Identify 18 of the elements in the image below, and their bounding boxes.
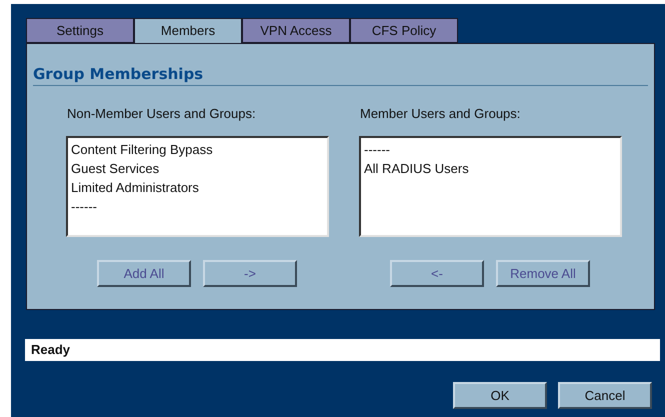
tab[interactable]: Members xyxy=(134,18,242,43)
list-item[interactable]: Limited Administrators xyxy=(71,178,324,197)
list-label: Member Users and Groups: xyxy=(359,106,522,122)
list-item[interactable]: Guest Services xyxy=(71,159,324,178)
list-item[interactable]: ------ xyxy=(364,140,617,159)
list-item[interactable]: All RADIUS Users xyxy=(364,159,617,178)
list-item[interactable]: Content Filtering Bypass xyxy=(71,140,324,159)
list-label: Non-Member Users and Groups: xyxy=(66,106,257,122)
tab[interactable]: Settings xyxy=(26,18,134,43)
list-box[interactable]: ------ All RADIUS Users xyxy=(359,136,622,237)
status-bar: Ready xyxy=(25,339,660,361)
tab[interactable]: CFS Policy xyxy=(350,18,458,43)
list-item[interactable]: ------ xyxy=(71,197,324,216)
tab[interactable]: VPN Access xyxy=(242,18,350,43)
list-box[interactable]: Content Filtering Bypass Guest Services Limited Administrators ------ xyxy=(66,136,329,237)
button[interactable]: OK xyxy=(453,382,547,409)
section-title: Group Memberships xyxy=(33,64,648,86)
button[interactable]: Cancel xyxy=(558,382,652,409)
